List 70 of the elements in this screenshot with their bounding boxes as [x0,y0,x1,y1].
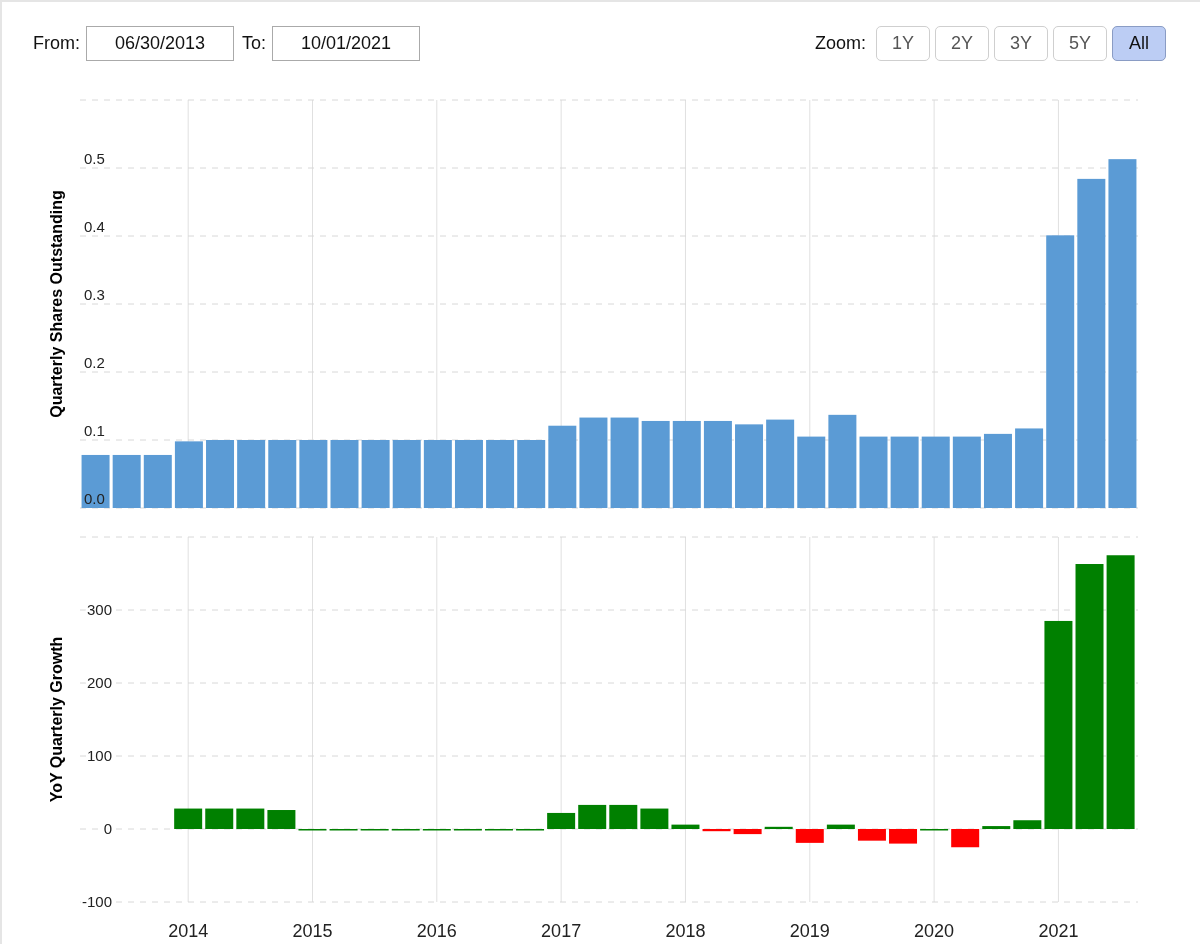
zoom-option-button[interactable]: All [1112,26,1166,61]
y-tick-label: 0.5 [84,150,105,167]
bar [267,810,296,829]
zoom-option-button[interactable]: 5Y [1053,26,1107,61]
bar [517,440,546,508]
bar [361,440,390,508]
bar [982,826,1011,829]
y-tick-label: 0.0 [84,490,105,507]
bar [423,440,452,508]
bar [890,436,919,508]
zoom-option-button[interactable]: 2Y [935,26,989,61]
y-axis-title: YoY Quarterly Growth [48,636,65,803]
bar [486,440,515,508]
bar [392,440,421,508]
bar [733,829,762,835]
y-axis-title: Quarterly Shares Outstanding [48,190,65,418]
bar [174,808,203,829]
to-label: To: [242,32,266,55]
bar [299,440,328,508]
y-tick-label: 0 [103,820,112,837]
bar [205,808,234,829]
bar [1013,820,1042,829]
x-tick-label: 2016 [416,921,457,941]
to-date-field[interactable]: 10/01/2021 [272,26,420,61]
bar [112,454,141,508]
bar [268,440,297,508]
bar [857,829,886,841]
bar [921,436,950,508]
bar [454,440,483,508]
bar [671,824,700,829]
y-tick-label: 0.3 [84,286,105,303]
y-tick-label: -100 [81,893,112,910]
bar [826,824,855,829]
from-label: From: [33,32,80,55]
x-tick-label: 2019 [789,921,830,941]
x-tick-label: 2020 [914,921,955,941]
bar [143,454,172,508]
bar [174,441,203,508]
bar [609,804,638,829]
x-tick-label: 2014 [168,921,209,941]
y-tick-label: 0.4 [84,218,105,235]
x-tick-label: 2021 [1038,921,1079,941]
bar [795,829,824,843]
bar [889,829,918,844]
bar [206,440,235,508]
y-tick-label: 0.2 [84,354,105,371]
y-tick-label: 0.1 [84,422,105,439]
bar [236,808,265,829]
x-tick-label: 2017 [541,921,582,941]
zoom-label: Zoom: [815,32,866,55]
from-date-field[interactable]: 06/30/2013 [86,26,234,61]
bar [702,829,731,832]
x-tick-label: 2015 [292,921,333,941]
bar [797,436,826,508]
bar [951,829,980,848]
bar [578,804,607,829]
bar [330,440,359,508]
zoom-option-button[interactable]: 1Y [876,26,930,61]
bar [952,436,981,508]
bar [547,812,576,829]
bar [764,826,793,829]
bar [81,454,110,508]
y-tick-label: 300 [86,601,112,618]
x-tick-label: 2018 [665,921,706,941]
zoom-option-button[interactable]: 3Y [994,26,1048,61]
y-tick-label: 100 [86,747,112,764]
bar [859,436,888,508]
bar [237,440,266,508]
bar [640,808,669,829]
y-tick-label: 200 [86,674,112,691]
